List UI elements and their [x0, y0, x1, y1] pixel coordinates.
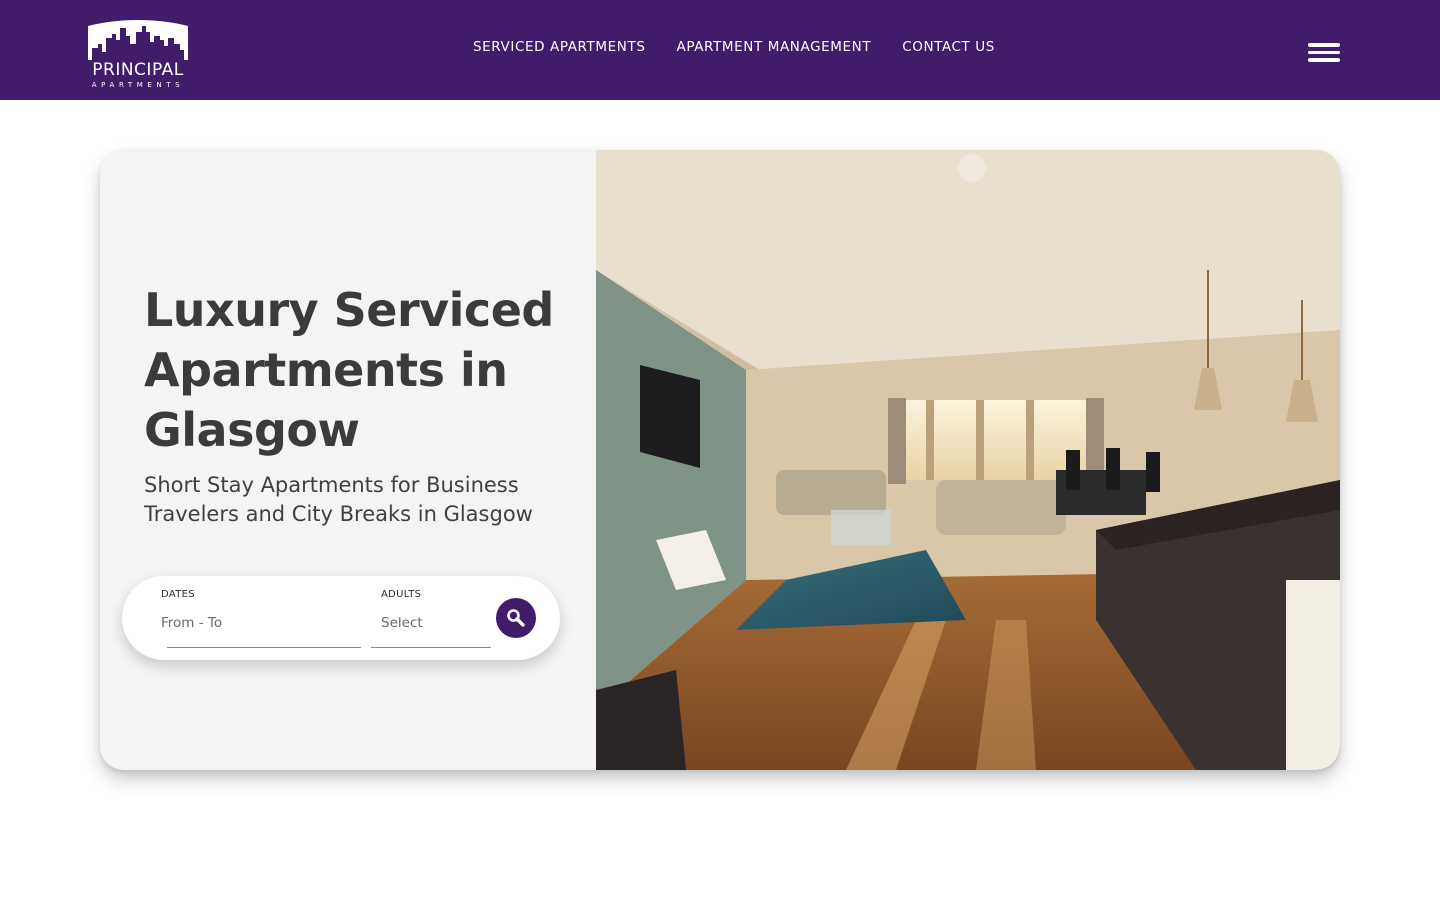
- principal-apartments-logo[interactable]: PRINCIPAL APARTMENTS: [88, 14, 188, 90]
- living-room-illustration: [596, 150, 1340, 770]
- dates-input[interactable]: [161, 612, 351, 634]
- logo-wordmark: PRINCIPAL: [92, 60, 184, 80]
- hamburger-bar: [1308, 43, 1340, 47]
- dates-label: DATES: [161, 589, 195, 600]
- logo-subtitle: APARTMENTS: [91, 81, 185, 89]
- hero-title: Luxury Serviced Apartments in Glasgow: [144, 283, 554, 457]
- hero-card: Luxury Serviced Apartments in Glasgow Sh…: [100, 150, 1340, 770]
- search-icon: [507, 609, 525, 627]
- adults-select[interactable]: [381, 612, 491, 634]
- booking-search-bar: DATES ADULTS: [122, 576, 560, 660]
- site-header: PRINCIPAL APARTMENTS SERVICED APARTMENTS…: [0, 0, 1440, 100]
- nav-link-serviced-apartments[interactable]: SERVICED APARTMENTS: [473, 37, 645, 57]
- main-navigation: SERVICED APARTMENTS APARTMENT MANAGEMENT…: [473, 37, 995, 57]
- apartment-photo: [596, 150, 1340, 770]
- hamburger-bar: [1308, 58, 1340, 62]
- nav-link-contact-us[interactable]: CONTACT US: [902, 37, 995, 57]
- nav-link-apartment-management[interactable]: APARTMENT MANAGEMENT: [676, 37, 871, 57]
- hamburger-bar: [1308, 50, 1340, 54]
- adults-underline: [371, 647, 491, 648]
- city-skyline-icon: [88, 14, 188, 60]
- search-button[interactable]: [496, 598, 536, 638]
- adults-label: ADULTS: [381, 589, 422, 600]
- dates-underline: [167, 647, 361, 648]
- hero-subtitle: Short Stay Apartments for Business Trave…: [144, 473, 533, 526]
- hamburger-menu-icon[interactable]: [1308, 43, 1340, 65]
